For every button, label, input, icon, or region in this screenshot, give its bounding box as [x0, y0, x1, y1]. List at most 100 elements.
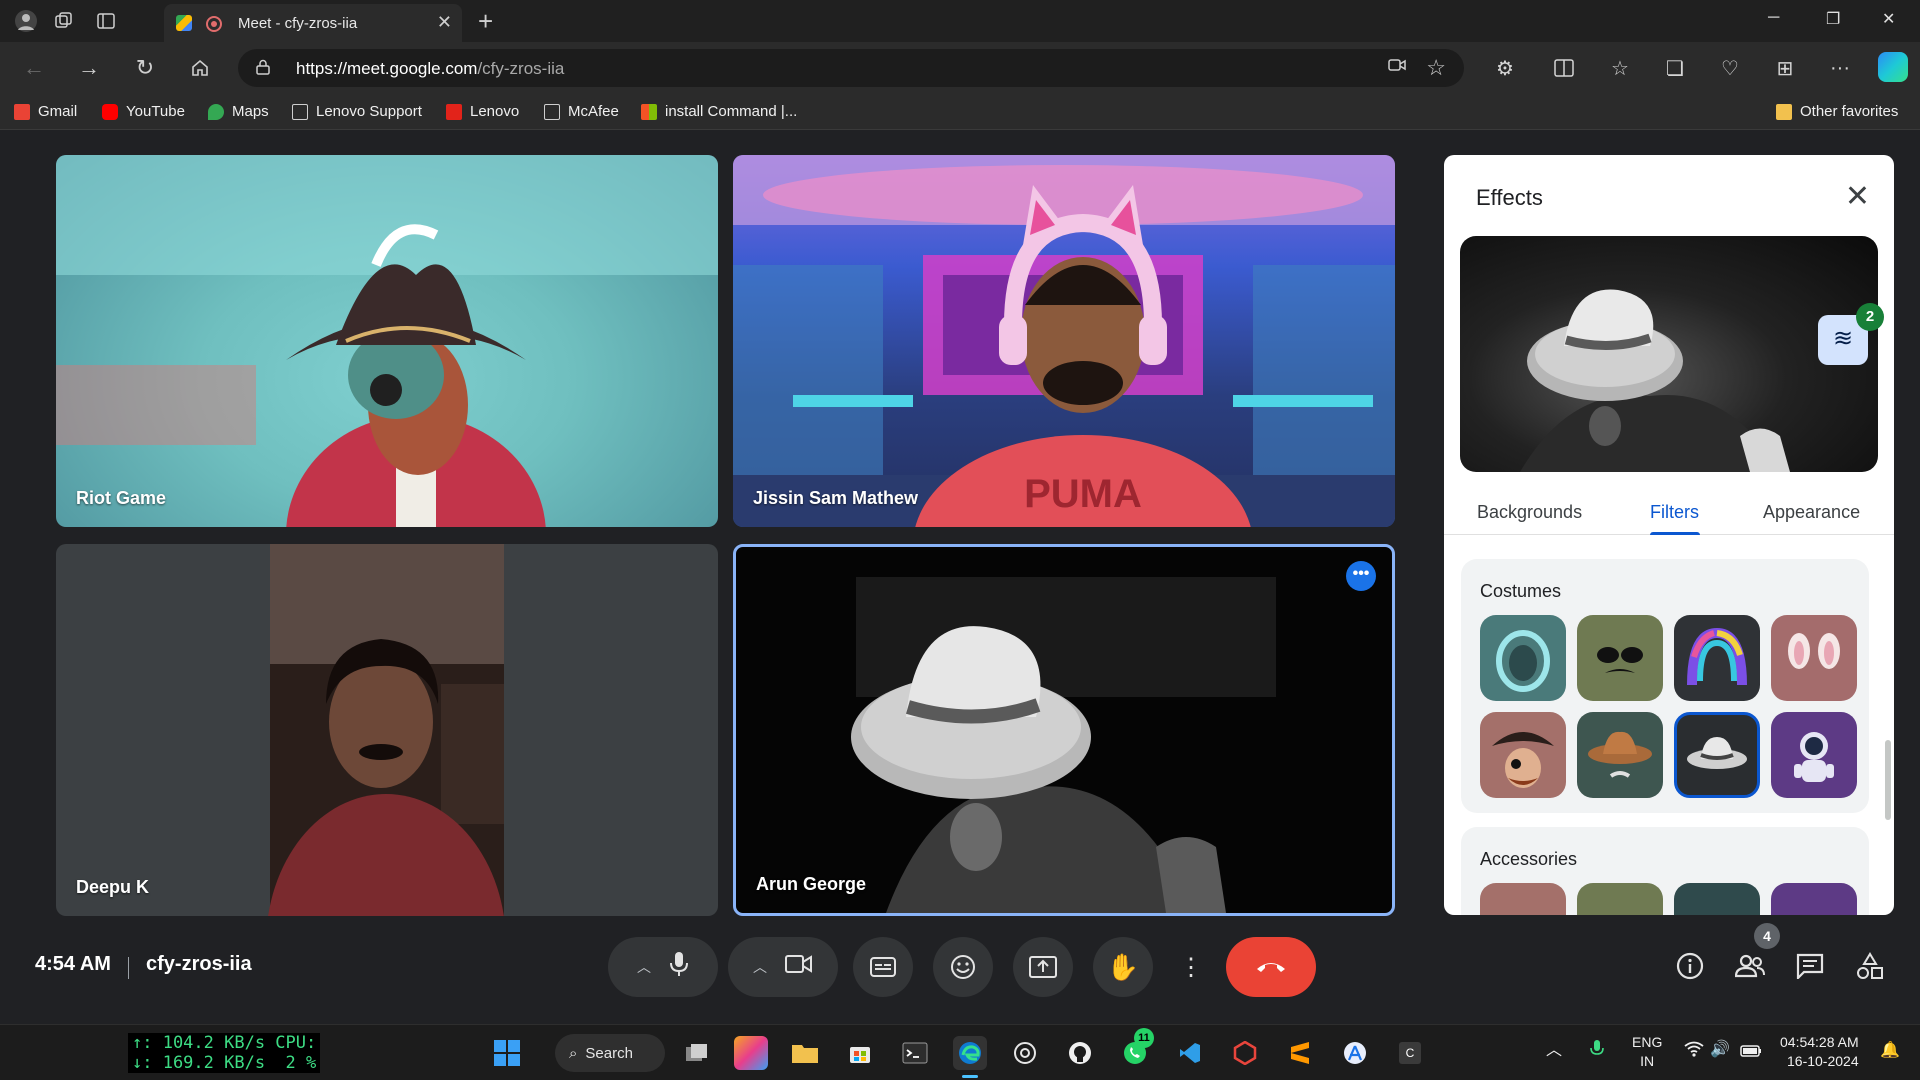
costume-cowboy-hat[interactable]	[1577, 712, 1663, 798]
tab-filters[interactable]: Filters	[1650, 502, 1699, 523]
app-store-icon[interactable]	[1338, 1036, 1372, 1070]
favorites-icon[interactable]: ☆	[1606, 54, 1634, 82]
system-clock[interactable]: 04:54:28 AM 16-10-2024	[1780, 1033, 1859, 1071]
back-button[interactable]: ←	[20, 54, 48, 82]
costume-fedora-hat[interactable]	[1674, 712, 1760, 798]
favorite-star-icon[interactable]: ☆	[1426, 55, 1446, 81]
profile-avatar-icon[interactable]	[14, 9, 38, 33]
github-icon[interactable]	[1063, 1036, 1097, 1070]
audio-options-chevron-icon[interactable]: ︿	[637, 957, 651, 977]
input-language-indicator[interactable]: ENG IN	[1632, 1033, 1662, 1071]
self-preview	[1460, 236, 1878, 472]
vertical-tabs-icon[interactable]	[94, 9, 118, 33]
other-favorites-folder[interactable]: Other favorites	[1776, 103, 1898, 120]
copilot-icon[interactable]	[1878, 52, 1908, 82]
app-red-hexagon-icon[interactable]	[1228, 1036, 1262, 1070]
maximize-button[interactable]: ❐	[1826, 9, 1840, 29]
tab-appearance[interactable]: Appearance	[1763, 502, 1860, 523]
divider	[128, 957, 129, 979]
leave-call-button[interactable]	[1226, 937, 1316, 997]
copilot-app-icon[interactable]	[734, 1036, 768, 1070]
microsoft-store-icon[interactable]	[843, 1036, 877, 1070]
microphone-in-use-icon[interactable]	[1590, 1039, 1604, 1064]
activities-button[interactable]	[1853, 949, 1887, 983]
apps-icon[interactable]: ⊞	[1771, 54, 1799, 82]
favorite-gmail[interactable]: Gmail	[14, 103, 77, 120]
meeting-clock: 4:54 AM	[35, 953, 111, 975]
favorite-maps[interactable]: Maps	[208, 103, 269, 120]
volume-icon[interactable]: 🔊	[1710, 1040, 1730, 1059]
favorite-youtube[interactable]: YouTube	[102, 103, 185, 120]
wifi-icon[interactable]	[1684, 1041, 1704, 1062]
start-button[interactable]	[490, 1036, 524, 1070]
minimize-button[interactable]: ─	[1768, 9, 1779, 27]
favorites-bar: Gmail YouTube Maps Lenovo Support Lenovo…	[0, 94, 1920, 130]
edge-browser-icon[interactable]	[953, 1036, 987, 1070]
people-button[interactable]	[1733, 949, 1767, 983]
participant-tile-arun-george[interactable]: ••• Arun George	[733, 544, 1395, 916]
home-button[interactable]	[186, 54, 214, 82]
terminal-icon[interactable]	[898, 1036, 932, 1070]
close-effects-icon[interactable]: ✕	[1845, 179, 1870, 214]
favorite-lenovo[interactable]: Lenovo	[446, 103, 519, 120]
participant-name: Arun George	[756, 874, 867, 894]
taskbar-search[interactable]: ⌕ Search	[555, 1034, 665, 1072]
camera-in-use-icon[interactable]	[1388, 58, 1406, 77]
microphone-icon[interactable]	[669, 951, 689, 983]
favorite-label: McAfee	[568, 103, 619, 120]
camera-control-group: ︿	[728, 937, 838, 997]
captions-button[interactable]	[853, 937, 913, 997]
close-window-button[interactable]: ✕	[1882, 9, 1895, 29]
address-bar[interactable]: https://meet.google.com/cfy-zros-iia ☆	[238, 49, 1464, 87]
favorite-lenovo-support[interactable]: Lenovo Support	[292, 103, 422, 120]
present-screen-button[interactable]	[1013, 937, 1073, 997]
forward-button[interactable]: →	[75, 54, 103, 82]
workspaces-icon[interactable]	[52, 9, 76, 33]
more-options-button[interactable]: •••	[1346, 561, 1376, 591]
accessory-thumb[interactable]	[1480, 883, 1566, 915]
costume-bunny-ears[interactable]	[1771, 615, 1857, 701]
favorite-install-command[interactable]: install Command |...	[641, 103, 797, 120]
close-tab-icon[interactable]: ✕	[437, 12, 452, 33]
participant-tile-jissin-sam-mathew[interactable]: PUMA Jissin Sam Mathew	[733, 155, 1395, 527]
costume-diver-helmet[interactable]	[1480, 615, 1566, 701]
lock-icon[interactable]	[256, 59, 270, 75]
favorite-mcafee[interactable]: McAfee	[544, 103, 619, 120]
costume-sunglasses-mustache[interactable]	[1577, 615, 1663, 701]
browser-essentials-icon[interactable]: ♡	[1716, 54, 1744, 82]
task-view-icon[interactable]	[680, 1036, 714, 1070]
collections-icon[interactable]: ❏	[1661, 54, 1689, 82]
participant-name: Riot Game	[76, 488, 167, 508]
accessory-thumb[interactable]	[1771, 883, 1857, 915]
vscode-icon[interactable]	[1173, 1036, 1207, 1070]
browser-tab-meet[interactable]: Meet - cfy-zros-iia ✕	[164, 4, 462, 42]
reload-button[interactable]: ↻	[131, 54, 159, 82]
chat-button[interactable]	[1793, 949, 1827, 983]
extensions-icon[interactable]: ⚙	[1491, 54, 1519, 82]
file-explorer-icon[interactable]	[788, 1036, 822, 1070]
costume-rainbow-wig[interactable]	[1674, 615, 1760, 701]
split-screen-icon[interactable]	[1550, 54, 1578, 82]
accessory-thumb[interactable]	[1577, 883, 1663, 915]
effects-scrollbar[interactable]	[1885, 740, 1891, 820]
video-options-chevron-icon[interactable]: ︿	[753, 957, 767, 977]
camera-icon[interactable]	[785, 954, 813, 980]
more-options-menu-button[interactable]: ⋮	[1173, 937, 1209, 997]
reactions-button[interactable]	[933, 937, 993, 997]
settings-more-icon[interactable]: ···	[1826, 54, 1854, 82]
costume-astronaut[interactable]	[1771, 712, 1857, 798]
new-tab-button[interactable]: +	[478, 6, 493, 37]
notification-bell-icon[interactable]: 🔔	[1880, 1041, 1900, 1060]
show-hidden-icons-chevron-icon[interactable]: ︿	[1546, 1041, 1562, 1060]
accessory-thumb[interactable]	[1674, 883, 1760, 915]
participant-tile-riot-game[interactable]: Riot Game	[56, 155, 718, 527]
costume-pirate-hat[interactable]	[1480, 712, 1566, 798]
raise-hand-button[interactable]: ✋	[1093, 937, 1153, 997]
meeting-details-button[interactable]	[1673, 949, 1707, 983]
participant-tile-deepu-k[interactable]: Deepu K	[56, 544, 718, 916]
sublime-text-icon[interactable]	[1283, 1036, 1317, 1070]
calculator-app-icon[interactable]: C	[1393, 1036, 1427, 1070]
chatgpt-icon[interactable]	[1008, 1036, 1042, 1070]
tab-backgrounds[interactable]: Backgrounds	[1477, 502, 1582, 523]
battery-icon[interactable]	[1740, 1043, 1762, 1062]
